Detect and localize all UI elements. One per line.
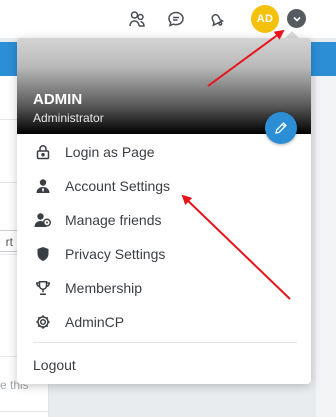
dropdown-menu-list: Login as Page Account Settings Manage fr…: [17, 135, 311, 339]
friends-icon[interactable]: [126, 8, 148, 30]
menu-item-label: Account Settings: [65, 178, 171, 194]
menu-divider: [33, 342, 297, 343]
menu-item-admincp[interactable]: AdminCP: [17, 305, 311, 339]
manage-friends-icon: [33, 210, 53, 230]
pencil-icon: [275, 122, 287, 134]
avatar[interactable]: AD: [251, 5, 279, 33]
shield-icon: [33, 244, 53, 264]
logout-link[interactable]: Logout: [33, 357, 76, 373]
menu-item-label: AdminCP: [65, 314, 125, 330]
menu-item-privacy-settings[interactable]: Privacy Settings: [17, 237, 311, 271]
chevron-down-icon[interactable]: [287, 9, 306, 28]
right-panel: [316, 76, 336, 417]
panel-divider: [0, 411, 48, 412]
user-name[interactable]: ADMIN: [33, 91, 82, 108]
menu-item-label: Privacy Settings: [65, 246, 166, 262]
user-settings-icon: [33, 176, 53, 196]
menu-item-account-settings[interactable]: Account Settings: [17, 169, 311, 203]
menu-item-membership[interactable]: Membership: [17, 271, 311, 305]
menu-item-label: Login as Page: [65, 144, 155, 160]
user-dropdown-menu: ADMIN Administrator Login as Page Accoun…: [17, 38, 311, 384]
trophy-icon: [33, 278, 53, 298]
user-role: Administrator: [33, 111, 104, 125]
gear-icon: [33, 312, 53, 332]
menu-item-login-as-page[interactable]: Login as Page: [17, 135, 311, 169]
menu-item-label: Membership: [65, 280, 143, 296]
menu-item-label: Manage friends: [65, 212, 162, 228]
menu-item-manage-friends[interactable]: Manage friends: [17, 203, 311, 237]
chat-icon[interactable]: [165, 8, 187, 30]
lock-icon: [33, 142, 53, 162]
bell-icon[interactable]: [205, 8, 227, 30]
